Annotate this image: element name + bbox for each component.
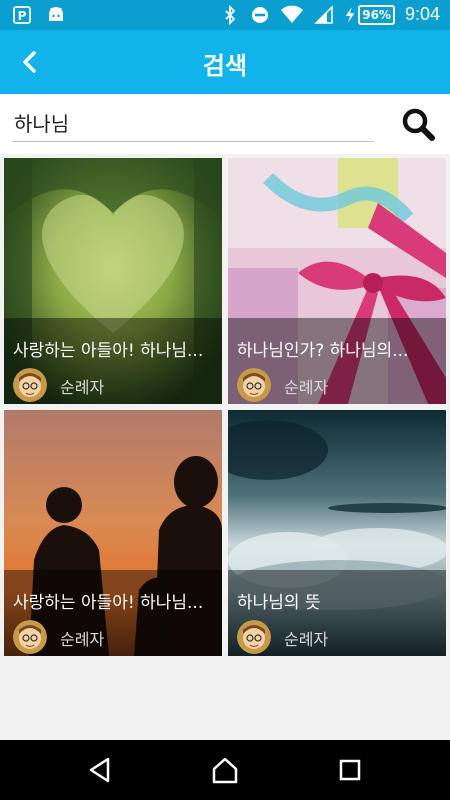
battery-indicator: 96% <box>344 4 395 25</box>
avatar-icon <box>13 620 47 654</box>
result-card[interactable]: 사랑하는 아들아! 하나님... 순례자 <box>4 158 222 404</box>
status-right-icons: 96% 9:04 <box>220 4 440 25</box>
author-avatar <box>237 620 271 654</box>
recents-square-icon <box>339 759 361 781</box>
page-title: 검색 <box>202 52 248 80</box>
avatar-icon <box>237 368 271 402</box>
nav-back-button[interactable] <box>84 754 116 786</box>
wifi-icon <box>281 5 304 23</box>
card-author: 순례자 <box>60 630 105 649</box>
search-button[interactable] <box>400 106 436 142</box>
nav-recents-button[interactable] <box>334 754 366 786</box>
author-avatar <box>237 368 271 402</box>
card-author: 순례자 <box>60 378 105 397</box>
author-avatar <box>13 620 47 654</box>
charging-icon <box>345 6 355 23</box>
status-bar: P 96% 9:04 <box>0 0 450 30</box>
clock: 9:04 <box>404 4 440 24</box>
card-author: 순례자 <box>284 378 329 397</box>
card-title: 사랑하는 아들아! 하나님... <box>13 341 204 361</box>
battery-level: 96% <box>358 4 395 25</box>
nav-home-button[interactable] <box>209 754 241 786</box>
card-title: 하나님인가? 하나님의... <box>237 341 409 361</box>
navigation-bar <box>0 740 450 800</box>
android-icon <box>49 7 63 21</box>
search-bar <box>0 94 450 154</box>
app-bar: 검색 <box>0 30 450 94</box>
home-icon <box>212 757 238 784</box>
author-avatar <box>13 368 47 402</box>
bluetooth-icon <box>225 4 236 25</box>
search-input[interactable] <box>12 104 374 142</box>
result-card[interactable]: 하나님의 뜻 순례자 <box>228 410 446 656</box>
status-left-icons: P <box>12 5 66 25</box>
card-title: 하나님의 뜻 <box>237 593 321 613</box>
avatar-icon <box>237 620 271 654</box>
back-triangle-icon <box>89 757 110 783</box>
search-icon <box>402 108 435 141</box>
card-author: 순례자 <box>284 630 329 649</box>
parking-icon: P <box>13 6 31 24</box>
signal-icon <box>314 4 333 24</box>
card-title: 사랑하는 아들아! 하나님... <box>13 593 204 613</box>
result-card[interactable]: 사랑하는 아들아! 하나님... 순례자 <box>4 410 222 656</box>
svg-text:P: P <box>18 9 27 23</box>
avatar-icon <box>13 368 47 402</box>
result-card[interactable]: 하나님인가? 하나님의... 순례자 <box>228 158 446 404</box>
do-not-disturb-icon <box>252 6 269 23</box>
